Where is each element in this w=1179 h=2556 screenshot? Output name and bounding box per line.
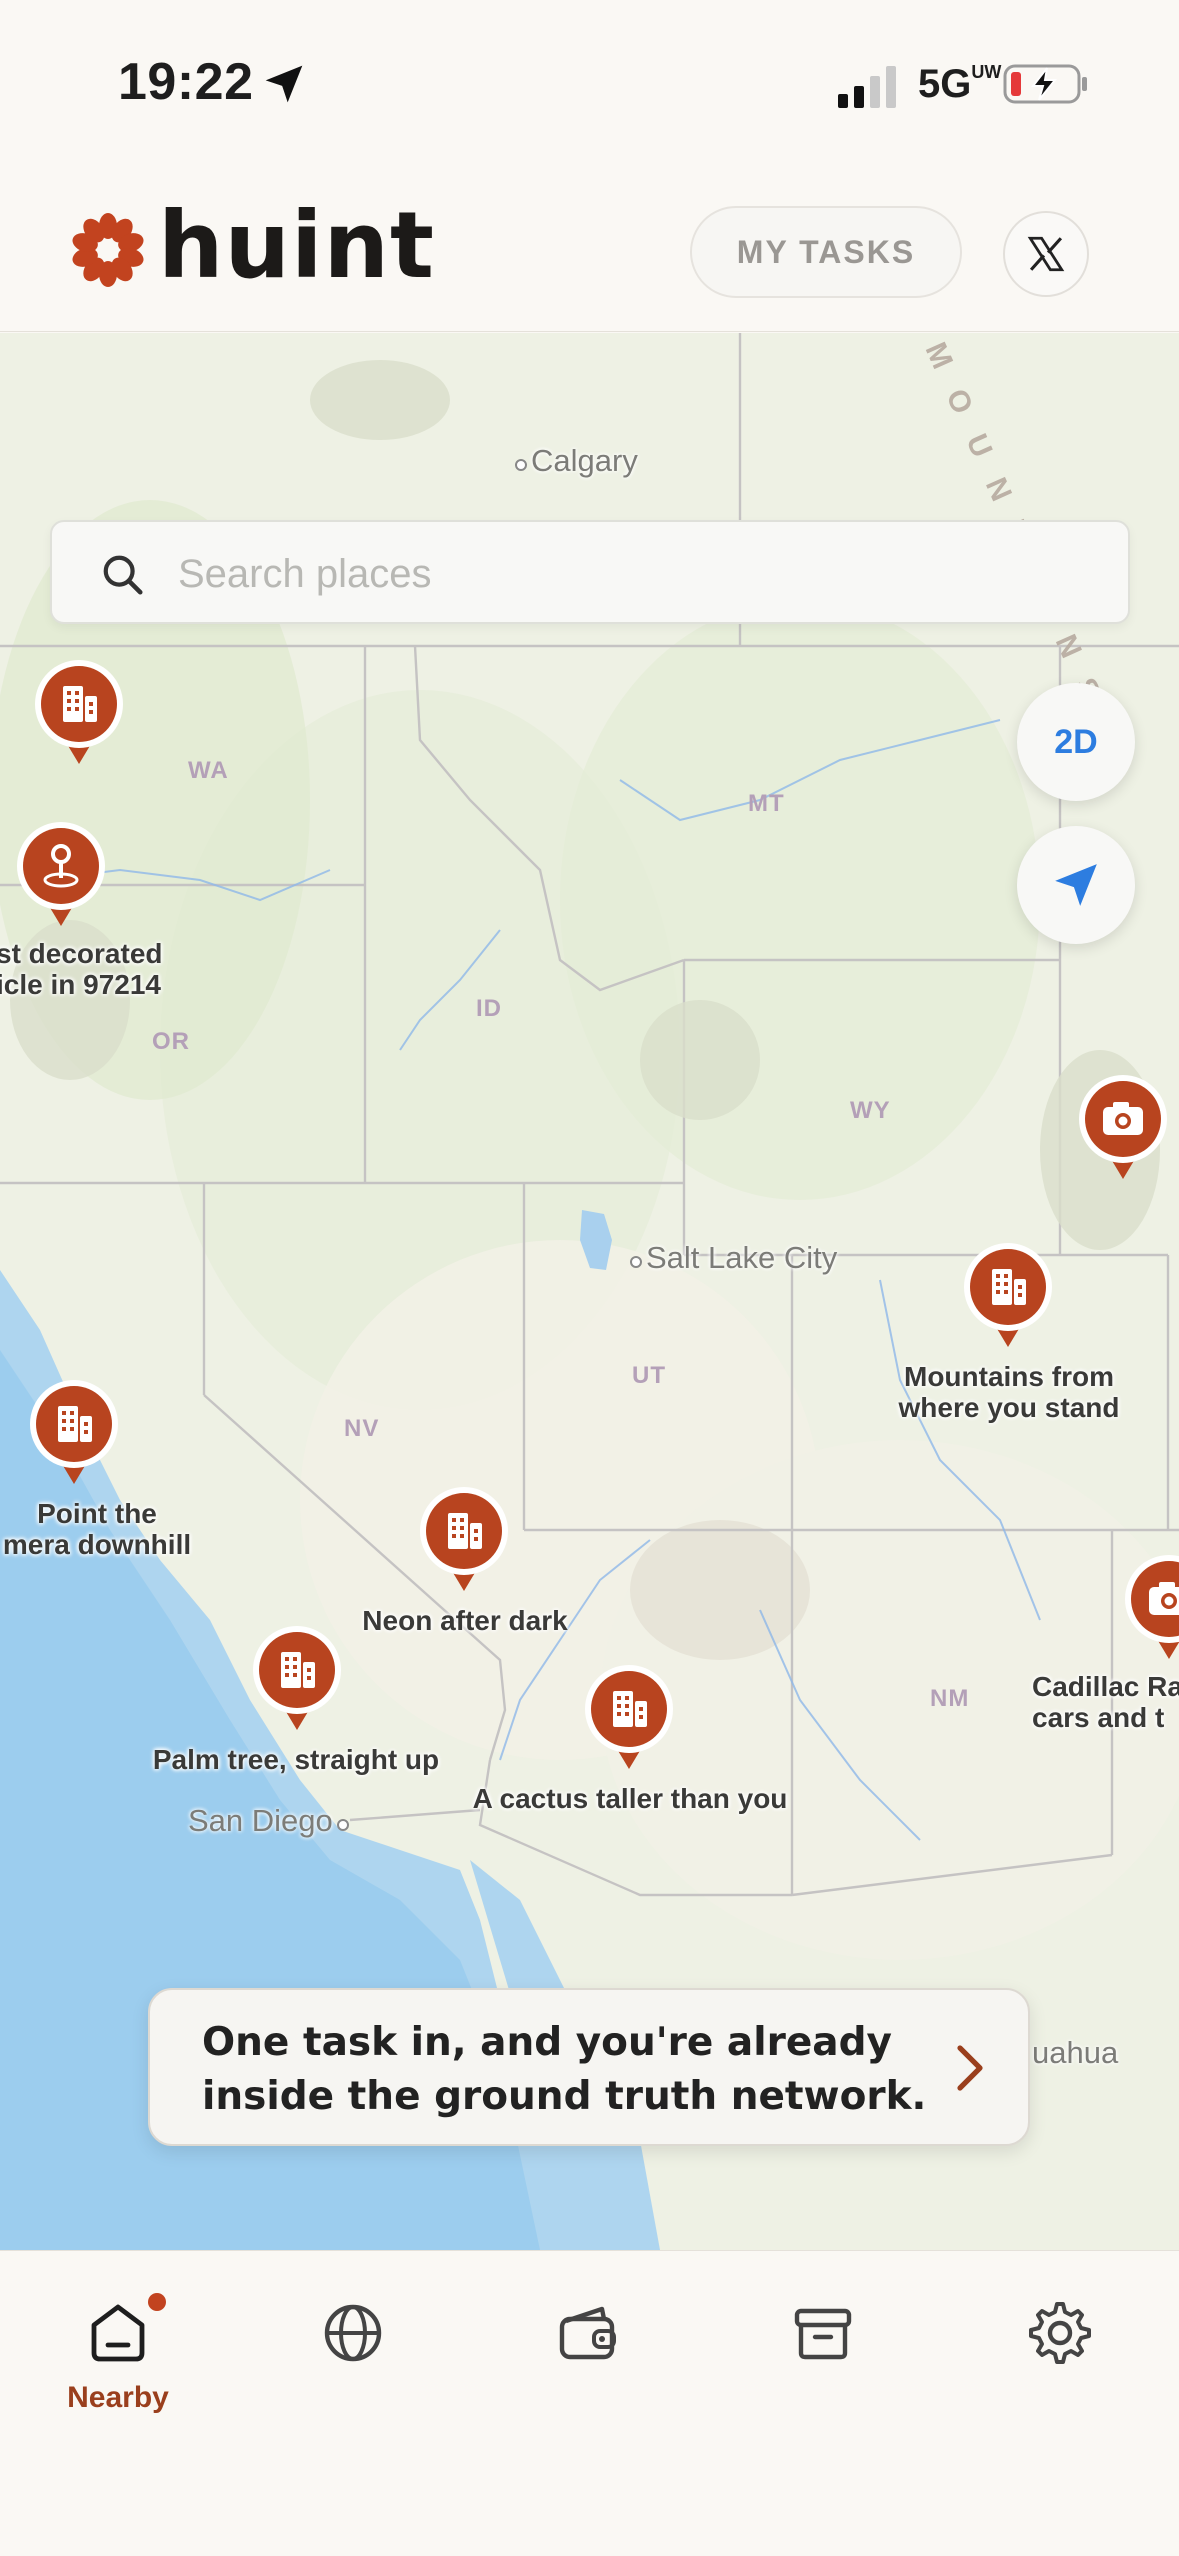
map-pin-task[interactable] (583, 1663, 675, 1773)
pin-label: Neon after dark (362, 1605, 568, 1636)
tab-wallet[interactable] (518, 2299, 658, 2439)
pin-label: A cactus taller than you (472, 1783, 788, 1814)
location-arrow-icon (265, 65, 303, 103)
state-label-or: OR (152, 1028, 190, 1055)
map-pin-task[interactable] (15, 820, 107, 930)
my-tasks-button[interactable]: MY TASKS (690, 206, 962, 298)
view-mode-2d-button[interactable]: 2D (1017, 683, 1135, 801)
building-icon (585, 1665, 673, 1769)
map-pin-task[interactable] (28, 1378, 120, 1488)
map-pin-task[interactable] (1123, 1553, 1179, 1663)
network-type: 5GUW (918, 62, 1002, 106)
banner-text: One task in, and you're already inside t… (202, 2020, 927, 2119)
tab-explore[interactable] (283, 2299, 423, 2439)
building-icon (35, 660, 123, 764)
place-label-chihuahua: uahua (1032, 2035, 1119, 2070)
map-pin-task[interactable] (1077, 1073, 1169, 1183)
map-pin-task[interactable] (418, 1485, 510, 1595)
building-icon (964, 1243, 1052, 1347)
wallet-icon (559, 2306, 616, 2360)
building-icon (420, 1487, 508, 1591)
pin-label: st decorated icle in 97214 (0, 938, 163, 1000)
state-label-wa: WA (188, 757, 229, 784)
state-label-id: ID (476, 995, 502, 1022)
map-pin-task[interactable] (962, 1241, 1054, 1351)
app-header: huint MY TASKS (0, 170, 1179, 332)
tab-label-nearby: Nearby (67, 2381, 169, 2414)
place-label-san-diego: San Diego (188, 1803, 349, 1839)
search-icon (103, 555, 143, 595)
navigation-arrow-icon (1055, 864, 1097, 906)
locate-me-button[interactable] (1017, 826, 1135, 944)
building-icon (30, 1380, 118, 1484)
place-label-salt-lake-city: Salt Lake City (630, 1240, 837, 1276)
signal-bars-icon (838, 66, 896, 108)
archive-icon (794, 2308, 852, 2360)
tab-archive[interactable] (753, 2299, 893, 2439)
pin-label: Point the mera downhill (2, 1498, 192, 1560)
tab-nearby[interactable]: Nearby (48, 2293, 188, 2439)
pin-drop-icon (17, 822, 105, 926)
map-pin-task[interactable] (33, 658, 125, 768)
x-social-button[interactable] (1003, 211, 1089, 297)
status-bar: 19:22 5GUW (0, 0, 1179, 170)
camera-icon (1079, 1075, 1167, 1179)
chevron-right-icon (957, 2045, 983, 2091)
state-label-ut: UT (632, 1362, 666, 1389)
state-label-nv: NV (344, 1415, 380, 1442)
pin-label: Palm tree, straight up (152, 1744, 440, 1775)
map-pin-task[interactable] (251, 1624, 343, 1734)
state-label-wy: WY (850, 1097, 891, 1124)
home-icon (91, 2304, 145, 2362)
search-input[interactable] (178, 542, 1078, 606)
search-bar[interactable] (50, 520, 1130, 624)
camera-icon (1125, 1555, 1179, 1659)
globe-icon (324, 2304, 382, 2362)
status-time: 19:22 (118, 53, 254, 111)
onboarding-banner[interactable]: One task in, and you're already inside t… (148, 1988, 1030, 2146)
gear-icon (1029, 2302, 1091, 2364)
tab-settings[interactable] (990, 2299, 1130, 2439)
app-logo-text: huint (158, 192, 436, 299)
sunburst-logo-icon (72, 213, 144, 287)
x-logo-icon (1027, 236, 1065, 272)
notification-dot (148, 2293, 166, 2311)
pin-label: Mountains from where you stand (898, 1361, 1120, 1423)
tab-bar: Nearby (0, 2250, 1179, 2556)
pin-label: Cadillac Ra cars and t (1032, 1671, 1179, 1733)
state-label-nm: NM (930, 1685, 970, 1712)
battery-icon (1003, 64, 1087, 104)
building-icon (253, 1626, 341, 1730)
map-view[interactable]: Calgary Salt Lake City San Diego uahua W… (0, 333, 1179, 2250)
